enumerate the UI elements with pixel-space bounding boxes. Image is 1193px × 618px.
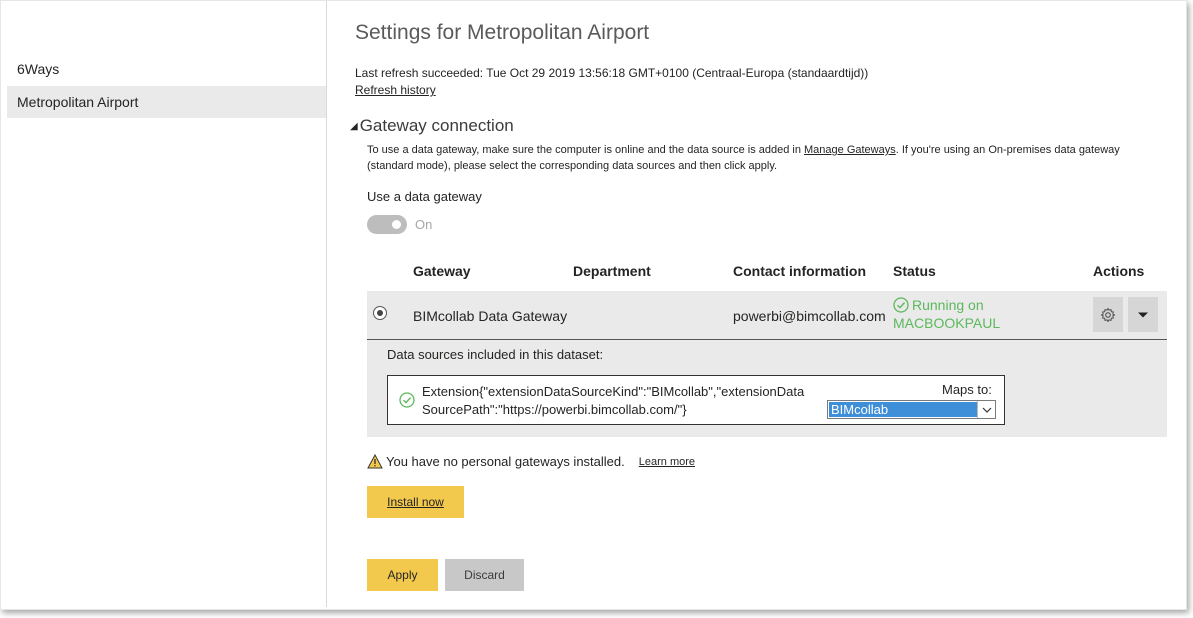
chevron-down-icon (1138, 312, 1148, 317)
status-line-2: MACBOOKPAUL (893, 315, 1001, 331)
warning-icon (367, 454, 383, 469)
install-now-button[interactable]: Install now (367, 486, 464, 518)
gear-icon (1100, 307, 1116, 322)
use-gateway-toggle-group: On (367, 215, 432, 234)
collapse-triangle-icon: ◢ (350, 121, 358, 132)
personal-gateway-warning: You have no personal gateways installed.… (367, 454, 695, 469)
gateway-status: Running on MACBOOKPAUL (893, 296, 1000, 332)
column-header-gateway: Gateway (413, 263, 471, 279)
data-source-text: Extension{"extensionDataSourceKind":"BIM… (422, 384, 805, 417)
warning-text: You have no personal gateways installed. (386, 454, 625, 469)
last-refresh-text: Last refresh succeeded: Tue Oct 29 2019 … (355, 66, 869, 80)
main-content: Settings for Metropolitan Airport Last r… (350, 1, 1186, 607)
data-sources-title: Data sources included in this dataset: (387, 347, 604, 362)
maps-to-label: Maps to: (942, 382, 992, 397)
gateway-radio-button[interactable] (373, 306, 387, 320)
sidebar: 6Ways Metropolitan Airport (1, 1, 327, 607)
sidebar-item-metropolitan-airport[interactable]: Metropolitan Airport (7, 86, 326, 118)
toggle-state-label: On (415, 217, 433, 232)
data-source-check-icon (399, 392, 415, 408)
status-line-1: Running on (912, 297, 984, 313)
gateway-settings-button[interactable] (1093, 297, 1123, 332)
apply-button[interactable]: Apply (367, 559, 438, 591)
settings-window: 6Ways Metropolitan Airport Settings for … (0, 0, 1187, 610)
column-header-contact: Contact information (733, 263, 866, 279)
data-sources-panel: Data sources included in this dataset: E… (367, 340, 1167, 437)
gateway-name: BIMcollab Data Gateway (413, 308, 568, 324)
column-header-department: Department (573, 263, 651, 279)
gateway-description: To use a data gateway, make sure the com… (367, 142, 1157, 174)
use-gateway-toggle[interactable] (367, 215, 407, 234)
maps-to-select[interactable]: BIMcollab (827, 400, 996, 419)
column-header-actions: Actions (1093, 263, 1145, 279)
learn-more-link[interactable]: Learn more (639, 456, 695, 468)
gateway-connection-heading: Gateway connection (359, 116, 514, 135)
page-title: Settings for Metropolitan Airport (355, 21, 650, 44)
gateway-dropdown-button[interactable] (1128, 297, 1158, 332)
status-check-icon (893, 297, 909, 313)
refresh-history-link[interactable]: Refresh history (355, 83, 436, 97)
discard-button[interactable]: Discard (445, 559, 524, 591)
data-source-item: Extension{"extensionDataSourceKind":"BIM… (387, 375, 1005, 425)
sidebar-item-6ways[interactable]: 6Ways (7, 53, 326, 85)
use-gateway-label: Use a data gateway (367, 189, 482, 204)
description-text: To use a data gateway, make sure the com… (367, 144, 805, 156)
toggle-knob (392, 220, 401, 229)
maps-to-value: BIMcollab (829, 402, 977, 417)
gateway-row[interactable]: BIMcollab Data Gateway powerbi@bimcollab… (367, 291, 1167, 340)
select-chevron-icon (977, 401, 995, 418)
gateway-contact: powerbi@bimcollab.com (733, 308, 886, 324)
gateway-connection-header[interactable]: ◢ Gateway connection (350, 116, 514, 136)
manage-gateways-link[interactable]: Manage Gateways (804, 144, 896, 156)
column-header-status: Status (893, 263, 936, 279)
